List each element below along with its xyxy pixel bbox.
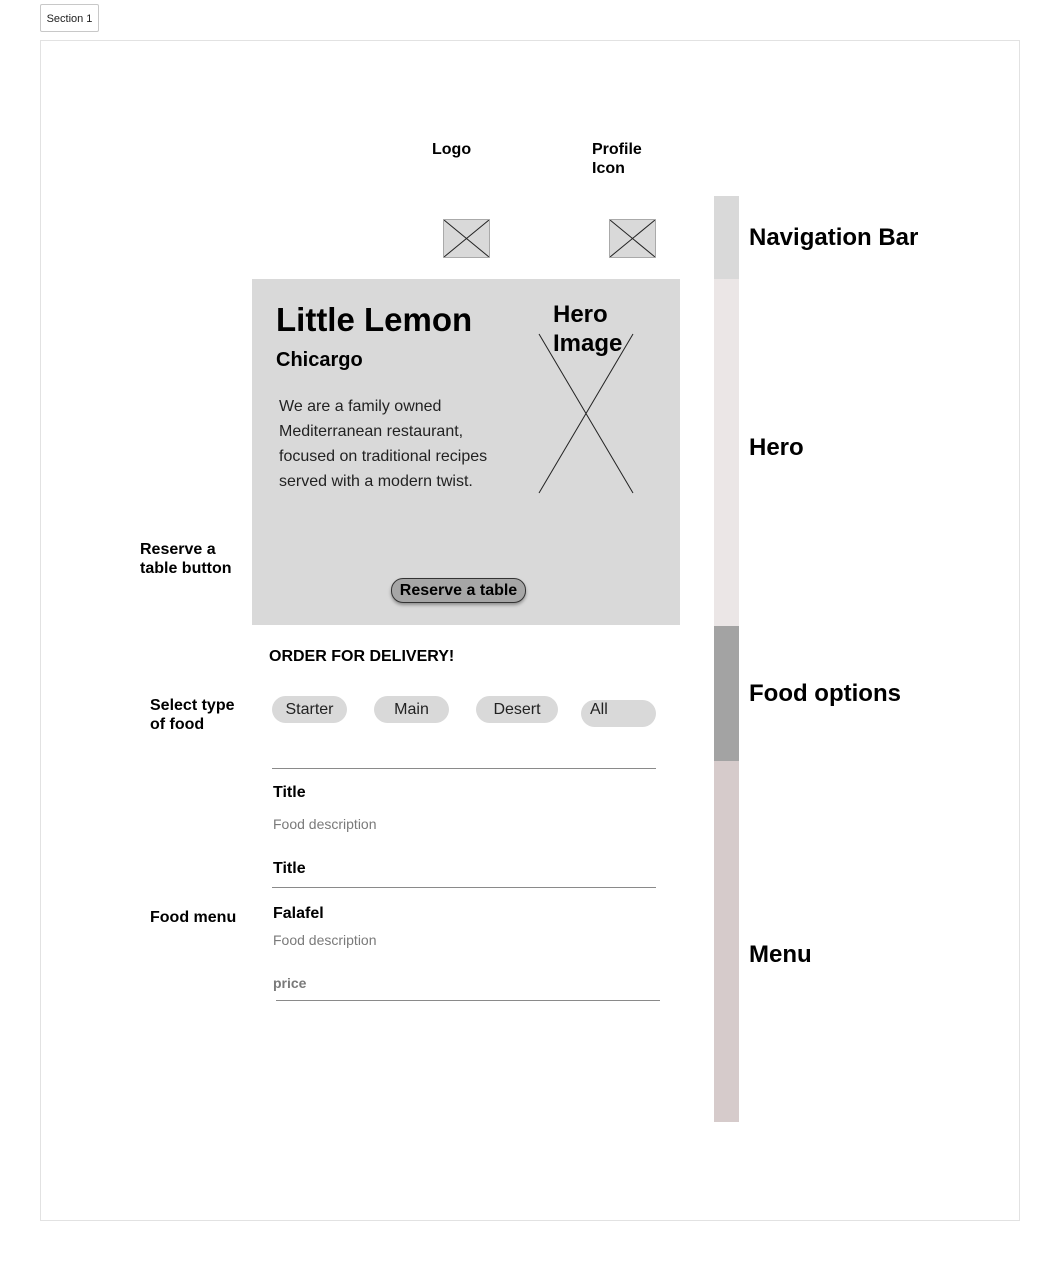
navigation-section-bar — [714, 196, 739, 279]
menu-item-title: Title — [273, 860, 306, 877]
hero-section-bar — [714, 279, 739, 626]
select-type-annotation: Select type of food — [150, 697, 235, 733]
menu-section-label: Menu — [749, 941, 812, 968]
section-tab[interactable]: Section 1 — [40, 4, 99, 32]
filter-main[interactable]: Main — [374, 696, 449, 723]
reserve-table-button[interactable]: Reserve a table — [391, 578, 526, 603]
menu-section-bar — [714, 761, 739, 1122]
food-menu-annotation: Food menu — [150, 909, 237, 926]
menu-item-description: Food description — [273, 932, 377, 948]
filter-desert[interactable]: Desert — [476, 696, 558, 723]
section-frame — [40, 40, 1020, 1221]
order-heading: ORDER FOR DELIVERY! — [269, 648, 455, 665]
food-options-section-label: Food options — [749, 680, 901, 707]
reserve-button-annotation: Reserve a table button — [140, 541, 232, 577]
divider — [276, 1000, 660, 1001]
divider — [272, 887, 656, 888]
menu-item-description: Food description — [273, 816, 377, 832]
profile-icon-annotation: Profile Icon — [592, 141, 642, 177]
menu-item-title: Falafel — [273, 905, 324, 922]
hero-description: We are a family owned Mediterranean rest… — [279, 398, 488, 490]
menu-item-price: price — [273, 975, 307, 991]
food-options-section-bar — [714, 626, 739, 761]
hero-subtitle: Chicargo — [276, 349, 363, 371]
hero-image-label: Hero Image — [553, 301, 623, 357]
filter-starter[interactable]: Starter — [272, 696, 347, 723]
logo-annotation: Logo — [432, 141, 472, 158]
profile-icon[interactable] — [609, 219, 656, 258]
divider — [272, 768, 656, 769]
hero-section-label: Hero — [749, 434, 804, 461]
hero-title: Little Lemon — [276, 301, 473, 338]
logo-placeholder[interactable] — [443, 219, 490, 258]
navigation-section-label: Navigation Bar — [749, 224, 919, 251]
menu-item-title: Title — [273, 784, 306, 801]
filter-all[interactable]: All — [581, 700, 656, 727]
